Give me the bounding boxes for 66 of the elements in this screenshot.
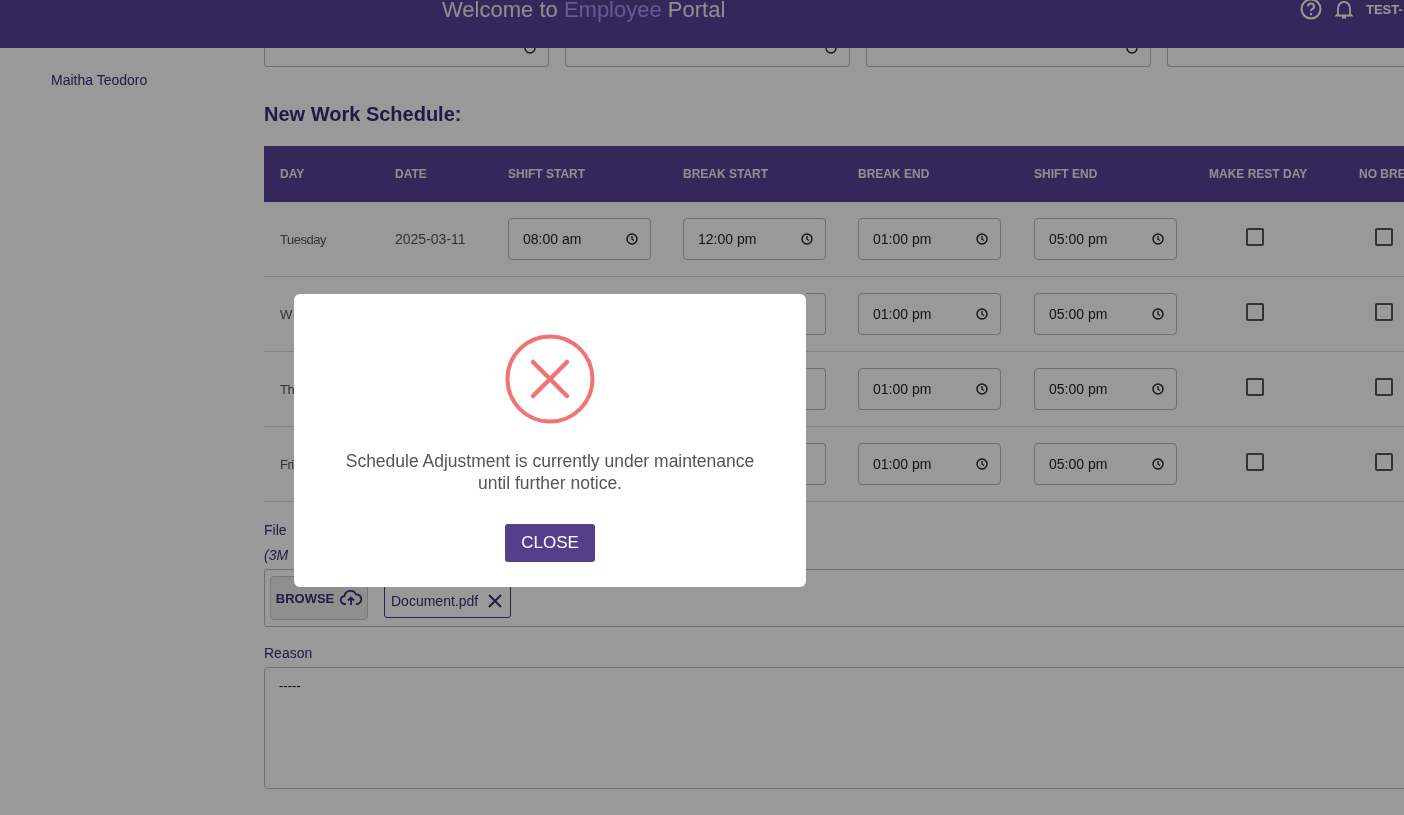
close-button[interactable]: CLOSE: [505, 524, 595, 562]
clock-icon: [976, 458, 988, 470]
cloud-upload-icon: [340, 590, 363, 606]
checkbox[interactable]: [1375, 228, 1393, 246]
time-field[interactable]: [866, 48, 1151, 67]
day-cell: Fri: [280, 456, 294, 472]
day-cell: Tuesday: [280, 231, 326, 247]
dialog-message: Schedule Adjustment is currently under maintenance until further notice.: [344, 450, 756, 494]
checkbox[interactable]: [1246, 303, 1264, 321]
time-field[interactable]: 12:00 pm: [683, 218, 826, 260]
column-header: SHIFT END: [1034, 167, 1099, 181]
checkbox[interactable]: [1246, 378, 1264, 396]
time-field[interactable]: 05:00 pm: [1034, 218, 1177, 260]
column-header: BREAK START: [683, 167, 770, 181]
time-field[interactable]: [806, 368, 826, 410]
checkbox[interactable]: [1375, 303, 1393, 321]
column-header: DAY: [280, 167, 306, 181]
time-field[interactable]: 01:00 pm: [858, 443, 1001, 485]
time-field[interactable]: 01:00 pm: [858, 218, 1001, 260]
time-field[interactable]: 01:00 pm: [858, 368, 1001, 410]
section-heading: New Work Schedule:: [264, 103, 463, 126]
checkbox[interactable]: [1375, 378, 1393, 396]
reason-field[interactable]: -----: [264, 667, 1404, 789]
time-field[interactable]: 01:00 pm: [858, 293, 1001, 335]
checkbox[interactable]: [1246, 453, 1264, 471]
time-field[interactable]: [565, 48, 850, 67]
time-field[interactable]: 05:00 pm: [1034, 443, 1177, 485]
clock-icon: [1152, 233, 1164, 245]
field-hint: (3M: [264, 547, 290, 563]
checkbox[interactable]: [1246, 228, 1264, 246]
day-cell: Th: [280, 381, 295, 397]
help-icon[interactable]: [1300, 0, 1322, 20]
time-field[interactable]: [806, 293, 826, 335]
clock-icon: [976, 383, 988, 395]
clock-icon: [1152, 458, 1164, 470]
clock-icon: [825, 48, 837, 54]
time-field[interactable]: [1167, 48, 1404, 67]
user-name[interactable]: TEST-: [1366, 1, 1403, 17]
column-header: DATE: [395, 167, 428, 181]
clock-icon: [801, 233, 813, 245]
checkbox[interactable]: [1375, 453, 1393, 471]
portal-title: Welcome to Employee Portal: [442, 0, 726, 23]
clock-icon: [976, 308, 988, 320]
clock-icon: [1126, 48, 1138, 54]
clock-icon: [626, 233, 638, 245]
remove-icon[interactable]: [488, 594, 503, 608]
field-label: File: [264, 522, 288, 538]
time-field[interactable]: [806, 443, 826, 485]
column-header: MAKE REST DAY: [1209, 167, 1309, 181]
clock-icon: [976, 233, 988, 245]
column-header: SHIFT START: [508, 167, 587, 181]
clock-icon: [1152, 383, 1164, 395]
column-header: BREAK END: [858, 167, 931, 181]
time-field[interactable]: 08:00 am: [508, 218, 651, 260]
clock-icon: [1152, 308, 1164, 320]
time-field[interactable]: 05:00 pm: [1034, 293, 1177, 335]
error-icon: [505, 334, 595, 424]
time-field[interactable]: 05:00 pm: [1034, 368, 1177, 410]
clock-icon: [524, 48, 536, 54]
day-cell: W: [280, 306, 292, 322]
field-label: Reason: [264, 645, 314, 661]
employee-name: Maitha Teodoro: [51, 72, 149, 88]
time-field[interactable]: [264, 48, 549, 67]
bell-icon[interactable]: [1334, 0, 1354, 20]
date-cell: 2025-03-11: [395, 231, 466, 247]
file-name: Document.pdf: [391, 593, 479, 609]
